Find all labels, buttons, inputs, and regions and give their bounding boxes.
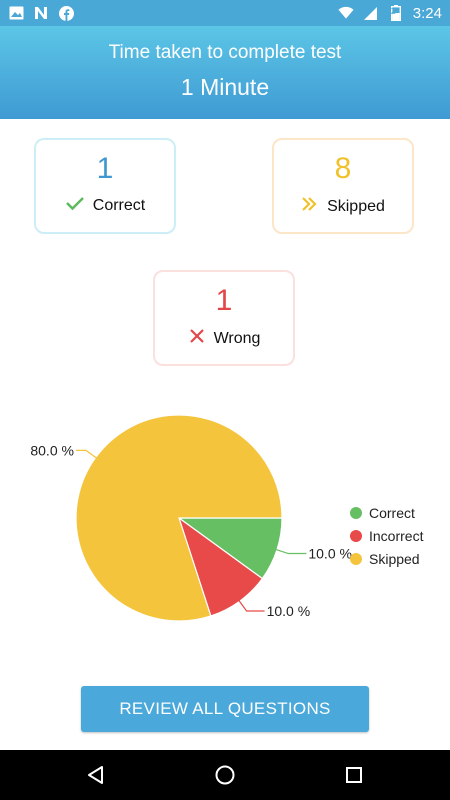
signal-icon <box>363 5 379 21</box>
skipped-count: 8 <box>334 152 352 185</box>
image-icon <box>8 5 24 21</box>
status-bar: 2 3:24 <box>0 0 450 26</box>
check-icon <box>65 195 85 216</box>
time-taken-label: Time taken to complete test <box>108 42 342 63</box>
navigation-bar <box>0 750 450 800</box>
results-pie-chart: 10.0 % 10.0 % 80.0 % Correct Incorrect Skippe… <box>0 380 450 650</box>
time-taken-value: 1 Minute <box>180 74 270 100</box>
pie-chart-svg: 10.0 % 10.0 % 80.0 % Correct Incorrect Skippe… <box>30 414 424 622</box>
legend-label-correct: Correct <box>369 505 415 521</box>
facebook-icon <box>58 5 74 21</box>
double-chevron-right-icon <box>301 195 319 218</box>
recents-icon[interactable] <box>342 763 366 787</box>
n-icon <box>33 5 49 21</box>
legend-label-incorrect: Incorrect <box>369 528 424 544</box>
value-label-correct: 10.0 % <box>308 546 352 562</box>
home-icon[interactable] <box>213 763 237 787</box>
battery-level: 2 <box>390 6 396 16</box>
result-header: Time taken to complete test 1 Minute <box>0 26 450 119</box>
wrong-count: 1 <box>215 284 233 317</box>
correct-count: 1 <box>96 152 114 185</box>
battery-icon: 2 <box>388 5 404 21</box>
legend-swatch-skipped <box>350 553 362 565</box>
value-label-skipped: 80.0 % <box>30 442 74 458</box>
cross-icon <box>188 327 206 350</box>
skipped-label: Skipped <box>327 197 385 215</box>
review-all-questions-button[interactable]: REVIEW ALL QUESTIONS <box>81 686 369 732</box>
correct-card: 1 Correct <box>34 138 176 234</box>
clock: 3:24 <box>412 4 442 22</box>
wrong-card: 1 Wrong <box>153 270 295 366</box>
wrong-label: Wrong <box>213 329 261 347</box>
correct-label: Correct <box>92 196 146 214</box>
legend-swatch-correct <box>350 507 362 519</box>
wifi-icon <box>338 5 354 21</box>
skipped-card: 8 Skipped <box>272 138 414 234</box>
legend-swatch-incorrect <box>350 530 362 542</box>
back-icon[interactable] <box>84 763 108 787</box>
value-label-incorrect: 10.0 % <box>267 603 311 619</box>
legend-label-skipped: Skipped <box>369 551 420 567</box>
